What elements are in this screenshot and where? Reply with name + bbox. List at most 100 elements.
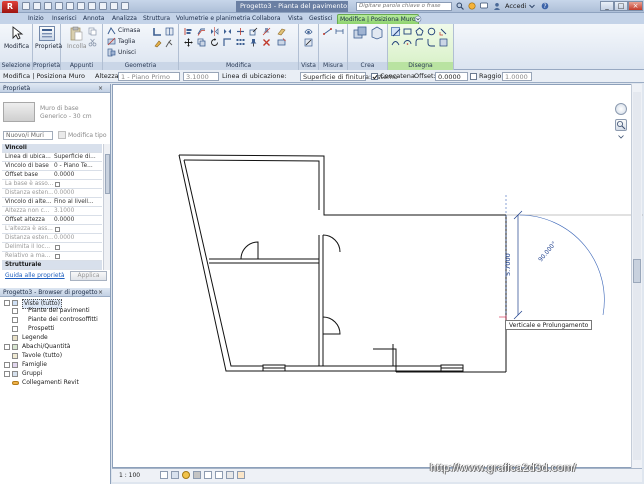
communication-icon[interactable]: [480, 2, 488, 10]
split-icon[interactable]: [236, 27, 245, 36]
3d-view-icon[interactable]: [99, 2, 107, 10]
tab-vista[interactable]: Vista: [286, 14, 305, 24]
reveal-hidden-icon[interactable]: [237, 471, 245, 479]
crop-view-icon[interactable]: [204, 471, 212, 479]
radius-checkbox[interactable]: [470, 73, 477, 80]
prop-row[interactable]: Vincolo di alte... Fino al livell...: [2, 198, 102, 207]
trim-extend-icon[interactable]: [223, 38, 232, 47]
chevron-down-icon[interactable]: [528, 2, 536, 10]
match-type-icon[interactable]: [277, 27, 286, 36]
expand-icon[interactable]: [12, 308, 18, 314]
cut-icon[interactable]: [88, 38, 97, 47]
measure-distance-icon[interactable]: [323, 27, 332, 36]
text-icon[interactable]: [88, 2, 96, 10]
offset-icon[interactable]: [197, 27, 206, 36]
create-assembly-icon[interactable]: [370, 26, 384, 40]
application-menu-button[interactable]: R: [2, 1, 18, 13]
apply-button[interactable]: Applica: [70, 271, 107, 281]
create-similar-icon[interactable]: [277, 38, 286, 47]
floor-plan-drawing[interactable]: 5.7000 90.000°: [113, 85, 643, 469]
prop-row[interactable]: Altezza non c... 3.1000: [2, 207, 102, 216]
tab-inserisci[interactable]: Inserisci: [50, 14, 79, 24]
prop-value[interactable]: 0.0000: [54, 171, 102, 179]
scale-icon[interactable]: [249, 27, 258, 36]
help-icon[interactable]: ?: [541, 2, 549, 10]
cope-icon[interactable]: [107, 26, 116, 35]
rectangle-icon[interactable]: [403, 27, 412, 36]
modify-cursor-icon[interactable]: [10, 26, 24, 40]
edit-type-icon[interactable]: [58, 131, 66, 139]
join-icon[interactable]: [107, 48, 116, 57]
cope-button[interactable]: Cimasa: [118, 27, 140, 34]
align-icon[interactable]: [184, 27, 193, 36]
prop-value[interactable]: 0.0000: [54, 216, 102, 224]
ribbon-minimize-icon[interactable]: [414, 15, 422, 23]
tab-gestisci[interactable]: Gestisci: [307, 14, 335, 24]
expand-icon[interactable]: [4, 344, 10, 350]
redo-icon[interactable]: [55, 2, 63, 10]
paste-button[interactable]: Incolla: [67, 43, 87, 50]
tab-volumetrie[interactable]: Volumetrie e planimetria: [174, 14, 252, 24]
unpin-icon[interactable]: [262, 27, 271, 36]
dropdown-icon[interactable]: [121, 2, 129, 10]
move-icon[interactable]: [184, 38, 193, 47]
prop-value[interactable]: 0.0000: [54, 189, 102, 197]
print-icon[interactable]: [66, 2, 74, 10]
expand-icon[interactable]: [12, 317, 18, 323]
prop-row[interactable]: La base è asso...: [2, 180, 102, 189]
cut-geometry-icon[interactable]: [107, 37, 116, 46]
arc-center-icon[interactable]: [403, 38, 412, 47]
paint-icon[interactable]: [153, 39, 162, 48]
chevron-down-icon[interactable]: [618, 133, 624, 139]
rotate-icon[interactable]: [210, 38, 219, 47]
hide-element-icon[interactable]: [304, 27, 313, 36]
properties-button[interactable]: Proprietà: [35, 43, 62, 50]
prop-checkbox[interactable]: [55, 226, 60, 232]
tab-struttura[interactable]: Struttura: [141, 14, 172, 24]
circle-icon[interactable]: [427, 27, 436, 36]
undo-icon[interactable]: [44, 2, 52, 10]
prop-row[interactable]: Linea di ubica... Superficie di...: [2, 153, 102, 162]
scale-selector[interactable]: 1 : 100: [119, 472, 140, 479]
wall-joins-icon[interactable]: [153, 27, 162, 36]
height-value-input[interactable]: 3.1000: [183, 72, 219, 81]
tab-inizio[interactable]: Inizio: [26, 14, 46, 24]
radius-input[interactable]: 1.0000: [502, 72, 532, 81]
tree-item-schedules[interactable]: Abachi/Quantità: [22, 343, 70, 351]
cut-geometry-button[interactable]: Taglia: [118, 38, 135, 45]
prop-row[interactable]: Offset altezza 0.0000: [2, 216, 102, 225]
collapse-icon[interactable]: [4, 300, 10, 306]
dimension-text[interactable]: 5.7000: [504, 253, 512, 276]
prop-value[interactable]: Fino al livell...: [54, 198, 102, 206]
drawing-canvas[interactable]: 5.7000 90.000°: [112, 84, 643, 469]
close-icon[interactable]: ×: [98, 85, 106, 92]
search-input[interactable]: Digitare parola chiave o frase: [356, 2, 452, 11]
tree-item-families[interactable]: Famiglie: [22, 361, 47, 369]
prop-row[interactable]: Vincolo di base 0 - Piano Te...: [2, 162, 102, 171]
properties-scrollbar[interactable]: [103, 144, 110, 270]
steering-wheel-icon[interactable]: [615, 103, 627, 115]
detail-level-icon[interactable]: [160, 471, 168, 479]
shadows-icon[interactable]: [193, 471, 201, 479]
search-icon[interactable]: [456, 2, 464, 10]
prop-checkbox[interactable]: [55, 244, 60, 250]
chain-checkbox[interactable]: [371, 73, 378, 80]
temporary-hide-icon[interactable]: [226, 471, 234, 479]
tab-annota[interactable]: Annota: [81, 14, 106, 24]
tree-item-elevations[interactable]: Prospetti: [28, 325, 55, 333]
split-face-icon[interactable]: [165, 27, 174, 36]
visual-style-icon[interactable]: [171, 471, 179, 479]
show-crop-region-icon[interactable]: [215, 471, 223, 479]
user-icon[interactable]: [493, 2, 501, 10]
prop-checkbox[interactable]: [55, 181, 60, 187]
sign-in-link[interactable]: Accedi: [505, 2, 526, 10]
location-line-select[interactable]: Superficie di finitura: esterno: [300, 72, 398, 81]
prop-row[interactable]: L'altezza è ass...: [2, 225, 102, 234]
open-icon[interactable]: [22, 2, 30, 10]
prop-value[interactable]: 3.1000: [54, 207, 102, 215]
tree-item-legends[interactable]: Legende: [22, 334, 48, 342]
prop-value[interactable]: 0 - Piano Te...: [54, 162, 102, 170]
expand-icon[interactable]: [4, 371, 10, 377]
tree-item-groups[interactable]: Gruppi: [22, 370, 42, 378]
prop-checkbox[interactable]: [55, 253, 60, 259]
